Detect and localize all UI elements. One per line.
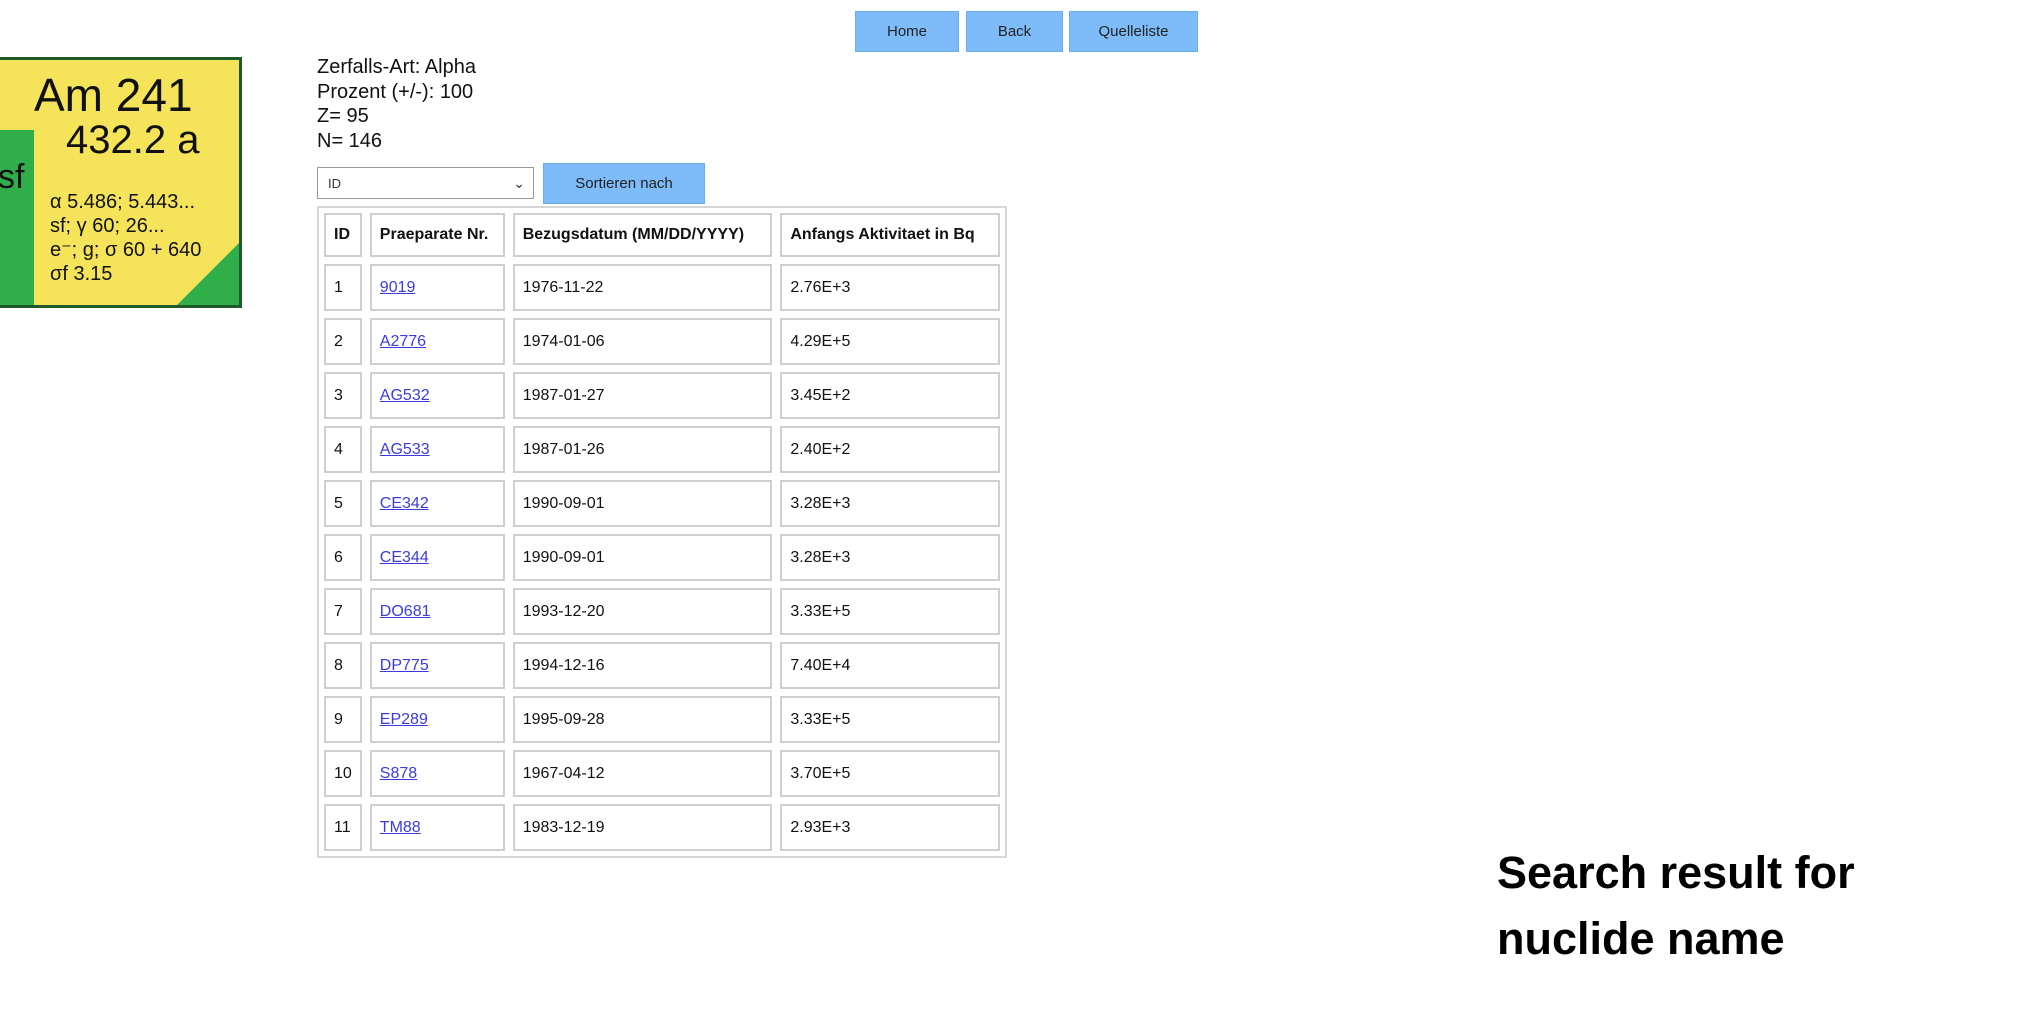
page: sf Am 241 432.2 a α 5.486; 5.443... sf; … <box>0 0 2029 1011</box>
cell-preparation-nr: TM88 <box>369 804 505 851</box>
cell-initial-activity: 2.40E+2 <box>780 426 1000 473</box>
cell-reference-date: 1974-01-06 <box>512 318 773 365</box>
nuclide-line: sf; γ 60; 26... <box>50 215 165 237</box>
cell-preparation-nr: CE342 <box>369 480 505 527</box>
cell-reference-date: 1990-09-01 <box>512 480 773 527</box>
nuclide-green-corner <box>177 243 239 305</box>
preparation-link[interactable]: CE344 <box>380 549 429 566</box>
cell-initial-activity: 4.29E+5 <box>780 318 1000 365</box>
back-button[interactable]: Back <box>966 11 1063 52</box>
results-table: ID Praeparate Nr. Bezugsdatum (MM/DD/YYY… <box>317 206 1007 858</box>
preparation-link[interactable]: AG533 <box>380 441 430 458</box>
chevron-down-icon: ⌄ <box>513 175 525 191</box>
header-reference-date: Bezugsdatum (MM/DD/YYYY) <box>512 213 773 257</box>
cell-initial-activity: 3.28E+3 <box>780 534 1000 581</box>
cell-reference-date: 1976-11-22 <box>512 264 773 311</box>
preparation-link[interactable]: A2776 <box>380 333 426 350</box>
nuclide-side-label: sf <box>0 158 25 196</box>
cell-preparation-nr: AG532 <box>369 372 505 419</box>
cell-preparation-nr: S878 <box>369 750 505 797</box>
cell-preparation-nr: AG533 <box>369 426 505 473</box>
sort-select-value: ID <box>328 175 341 191</box>
cell-id: 8 <box>324 642 362 689</box>
cell-reference-date: 1987-01-26 <box>512 426 773 473</box>
cell-id: 2 <box>324 318 362 365</box>
table-row: 8 DP775 1994-12-16 7.40E+4 <box>324 642 1000 689</box>
table-row: 4 AG533 1987-01-26 2.40E+2 <box>324 426 1000 473</box>
cell-id: 5 <box>324 480 362 527</box>
cell-initial-activity: 3.28E+3 <box>780 480 1000 527</box>
header-preparation-nr: Praeparate Nr. <box>369 213 505 257</box>
cell-initial-activity: 3.33E+5 <box>780 696 1000 743</box>
cell-initial-activity: 7.40E+4 <box>780 642 1000 689</box>
preparation-link[interactable]: DP775 <box>380 657 429 674</box>
cell-preparation-nr: EP289 <box>369 696 505 743</box>
cell-reference-date: 1990-09-01 <box>512 534 773 581</box>
cell-reference-date: 1983-12-19 <box>512 804 773 851</box>
cell-preparation-nr: 9019 <box>369 264 505 311</box>
home-button[interactable]: Home <box>855 11 959 52</box>
table-header-row: ID Praeparate Nr. Bezugsdatum (MM/DD/YYY… <box>324 213 1000 257</box>
cell-initial-activity: 2.76E+3 <box>780 264 1000 311</box>
cell-initial-activity: 3.33E+5 <box>780 588 1000 635</box>
caption: Search result for nuclide name <box>1497 840 1977 972</box>
table-row: 9 EP289 1995-09-28 3.33E+5 <box>324 696 1000 743</box>
nuclide-green-stripe <box>0 130 34 305</box>
table-row: 5 CE342 1990-09-01 3.28E+3 <box>324 480 1000 527</box>
proton-number: Z= 95 <box>317 105 369 127</box>
cell-id: 7 <box>324 588 362 635</box>
table-row: 11 TM88 1983-12-19 2.93E+3 <box>324 804 1000 851</box>
sort-button[interactable]: Sortieren nach <box>543 163 705 204</box>
cell-initial-activity: 2.93E+3 <box>780 804 1000 851</box>
cell-id: 4 <box>324 426 362 473</box>
cell-id: 6 <box>324 534 362 581</box>
cell-reference-date: 1994-12-16 <box>512 642 773 689</box>
table-row: 6 CE344 1990-09-01 3.28E+3 <box>324 534 1000 581</box>
header-id: ID <box>324 213 362 257</box>
sort-select[interactable]: ID ⌄ <box>317 167 534 199</box>
table-body: 1 9019 1976-11-22 2.76E+3 2 A2776 1974-01-06 4.… <box>324 264 1000 851</box>
nuclide-info: Zerfalls-Art: Alpha Prozent (+/-): 100 Z… <box>317 55 476 153</box>
caption-line: Search result for <box>1497 847 1855 898</box>
cell-id: 9 <box>324 696 362 743</box>
cell-preparation-nr: A2776 <box>369 318 505 365</box>
cell-reference-date: 1967-04-12 <box>512 750 773 797</box>
cell-id: 3 <box>324 372 362 419</box>
header-initial-activity: Anfangs Aktivitaet in Bq <box>780 213 1000 257</box>
nuclide-card: sf Am 241 432.2 a α 5.486; 5.443... sf; … <box>0 57 242 308</box>
cell-initial-activity: 3.45E+2 <box>780 372 1000 419</box>
nuclide-half-life: 432.2 a <box>66 118 200 162</box>
table-row: 3 AG532 1987-01-27 3.45E+2 <box>324 372 1000 419</box>
preparation-link[interactable]: S878 <box>380 765 417 782</box>
cell-reference-date: 1987-01-27 <box>512 372 773 419</box>
cell-reference-date: 1993-12-20 <box>512 588 773 635</box>
nuclide-name: Am 241 <box>34 69 193 121</box>
cell-preparation-nr: DO681 <box>369 588 505 635</box>
preparation-link[interactable]: AG532 <box>380 387 430 404</box>
table-row: 7 DO681 1993-12-20 3.33E+5 <box>324 588 1000 635</box>
neutron-number: N= 146 <box>317 129 383 152</box>
cell-id: 11 <box>324 804 362 851</box>
preparation-link[interactable]: CE342 <box>380 495 429 512</box>
decay-type: Zerfalls-Art: Alpha <box>317 56 476 78</box>
table-row: 2 A2776 1974-01-06 4.29E+5 <box>324 318 1000 365</box>
preparation-link[interactable]: EP289 <box>380 711 428 728</box>
cell-preparation-nr: CE344 <box>369 534 505 581</box>
caption-line: nuclide name <box>1497 913 1785 964</box>
cell-initial-activity: 3.70E+5 <box>780 750 1000 797</box>
table-row: 1 9019 1976-11-22 2.76E+3 <box>324 264 1000 311</box>
preparation-link[interactable]: 9019 <box>380 279 416 296</box>
decay-percent: Prozent (+/-): 100 <box>317 80 474 103</box>
cell-id: 1 <box>324 264 362 311</box>
source-list-button[interactable]: Quelleliste <box>1069 11 1198 52</box>
preparation-link[interactable]: DO681 <box>380 603 431 620</box>
table-row: 10 S878 1967-04-12 3.70E+5 <box>324 750 1000 797</box>
cell-preparation-nr: DP775 <box>369 642 505 689</box>
cell-id: 10 <box>324 750 362 797</box>
nuclide-line: α 5.486; 5.443... <box>50 191 195 213</box>
cell-reference-date: 1995-09-28 <box>512 696 773 743</box>
preparation-link[interactable]: TM88 <box>380 819 421 836</box>
